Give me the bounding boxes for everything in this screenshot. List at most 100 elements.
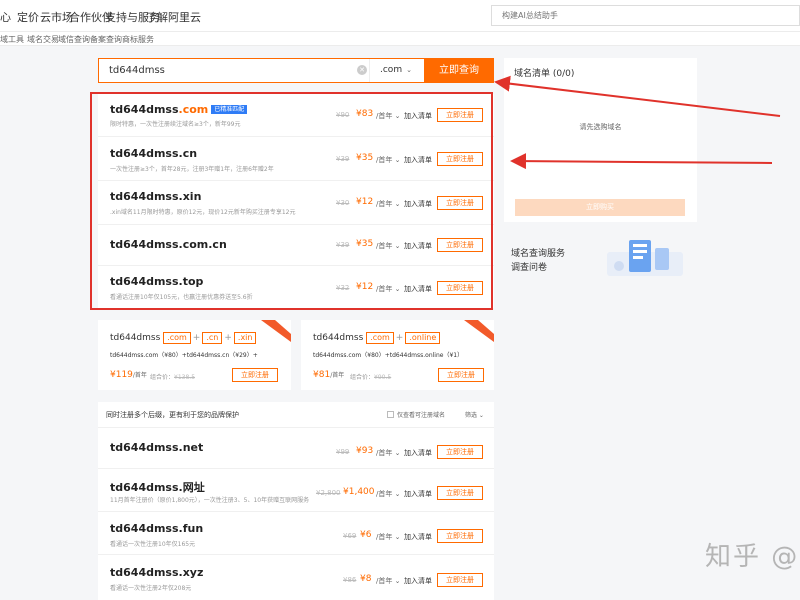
old-price: ¥30 <box>336 199 350 207</box>
register-button[interactable]: 立即注册 <box>437 529 483 543</box>
add-to-list-link[interactable]: 加入清单 <box>404 241 432 251</box>
filter-dropdown[interactable]: 筛选 ⌄ <box>465 410 484 419</box>
register-button[interactable]: 立即注册 <box>437 196 483 210</box>
price: ¥12 <box>356 282 374 292</box>
add-to-list-link[interactable]: 加入清单 <box>404 111 432 121</box>
result-row: td644dmss.xyz 看通话一次性注册2年仅208元 ¥86 ¥8 /首年… <box>98 555 494 600</box>
subnav-item-trade[interactable]: 域名交易 <box>27 34 59 45</box>
old-price: ¥90 <box>336 111 350 119</box>
clear-icon[interactable]: ✕ <box>357 65 367 75</box>
top-search-input[interactable] <box>492 6 799 25</box>
hot-ribbon-icon <box>261 320 291 342</box>
combo-price: ¥119/首年 <box>110 370 147 380</box>
combo-register-button[interactable]: 立即注册 <box>438 368 484 382</box>
combo-title: td644dmss .com + .online <box>313 332 441 344</box>
subnav-item-icp[interactable]: 备案查询 <box>90 34 122 45</box>
price-unit: /首年 ⌄ <box>376 112 401 120</box>
combo-card: td644dmss .com + .cn + .xin td644dmss.com（¥8… <box>98 320 291 390</box>
add-to-list-link[interactable]: 加入清单 <box>404 155 432 165</box>
add-to-list-link[interactable]: 加入清单 <box>404 199 432 209</box>
survey-line-2: 调查问卷 <box>511 263 548 273</box>
combo-register-button[interactable]: 立即注册 <box>232 368 278 382</box>
domain-cart-panel: 域名清单 (0/0) 请先选购域名 立即购买 <box>504 58 697 222</box>
add-to-list-link[interactable]: 加入清单 <box>404 448 432 458</box>
chevron-down-icon: ⌄ <box>406 66 412 74</box>
hot-ribbon-icon <box>464 320 494 342</box>
subnav-item-whois[interactable]: 域信查询 <box>58 34 90 45</box>
result-row: td644dmss.fun 看通话一次性注册10年仅165元 ¥69 ¥6 /首… <box>98 512 494 555</box>
add-to-list-link[interactable]: 加入清单 <box>404 532 432 542</box>
domain-search-input[interactable] <box>99 59 369 82</box>
combo-detail: td644dmss.com（¥80）+td644dmss.online（¥1） <box>313 352 464 359</box>
price-unit: /首年 ⌄ <box>376 156 401 164</box>
domain-desc: 限时特惠，一次性注册续注域名≥3个，新年99元 <box>110 121 241 128</box>
register-button[interactable]: 立即注册 <box>437 573 483 587</box>
result-row: td644dmss.net ¥99 ¥93 /首年 ⌄ 加入清单 立即注册 <box>98 428 494 469</box>
combo-detail: td644dmss.com（¥80）+td644dmss.cn（¥29）+ <box>110 352 258 359</box>
register-button[interactable]: 立即注册 <box>437 152 483 166</box>
domain-desc: 看通话一次性注册10年仅165元 <box>110 541 196 548</box>
register-button[interactable]: 立即注册 <box>437 108 483 122</box>
price-unit: /首年 ⌄ <box>376 200 401 208</box>
only-registrable-checkbox[interactable]: 仅查看可注册域名 <box>387 410 445 419</box>
nav-item-about[interactable]: 了解阿里云 <box>146 9 201 25</box>
results-panel: td644dmss.com 已精准匹配 限时特惠，一次性注册续注域名≥3个，新年9… <box>98 94 494 308</box>
add-to-list-link[interactable]: 加入清单 <box>404 489 432 499</box>
domain-name: td644dmss.top <box>110 275 204 288</box>
match-badge: 已精准匹配 <box>211 105 248 114</box>
combo-title: td644dmss .com + .cn + .xin <box>110 332 257 344</box>
zhihu-watermark: 知乎 @ <box>705 542 800 572</box>
old-price: ¥99 <box>336 448 350 456</box>
price-unit: /首年 ⌄ <box>376 242 401 250</box>
price: ¥35 <box>356 153 374 163</box>
price: ¥1,400 <box>343 487 375 497</box>
price-unit: /首年 ⌄ <box>376 533 401 541</box>
register-button[interactable]: 立即注册 <box>437 238 483 252</box>
register-button[interactable]: 立即注册 <box>437 445 483 459</box>
price-unit: /首年 ⌄ <box>376 285 401 293</box>
domain-name: td644dmss.com.cn <box>110 238 227 251</box>
domain-name: td644dmss.net <box>110 441 204 454</box>
price: ¥12 <box>356 197 374 207</box>
domain-name: td644dmss.xin <box>110 190 202 203</box>
price: ¥6 <box>360 530 372 540</box>
add-to-list-link[interactable]: 加入清单 <box>404 576 432 586</box>
query-button[interactable]: 立即查询 <box>424 58 494 83</box>
result-row: td644dmss.xin .xin域名11月限时特惠，原价12元，现价12元新… <box>98 181 494 225</box>
combo-original-price: 组合价：¥90.5 <box>350 374 392 381</box>
nav-item-console[interactable]: 心 <box>0 9 11 25</box>
sub-nav: 域工具 域名交易 域信查询 备案查询 商标服务 <box>0 32 800 46</box>
domain-name: td644dmss.fun <box>110 522 204 535</box>
combo-price: ¥81/首年 <box>313 370 345 380</box>
register-button[interactable]: 立即注册 <box>437 281 483 295</box>
cart-title: 域名清单 (0/0) <box>514 69 575 79</box>
domain-desc: 看通话一次性注册2年仅208元 <box>110 585 192 592</box>
survey-card[interactable]: 域名查询服务 调查问卷 <box>504 230 697 286</box>
result-row: td644dmss.com.cn ¥39 ¥35 /首年 ⌄ 加入清单 立即注册 <box>98 225 494 266</box>
old-price: ¥2,800 <box>316 489 341 497</box>
old-price: ¥39 <box>336 241 350 249</box>
nav-item-pricing[interactable]: 定价 <box>17 9 39 25</box>
tld-select-value: .com <box>380 65 403 75</box>
top-search-box[interactable] <box>491 5 800 26</box>
subnav-item-trademark[interactable]: 商标服务 <box>122 34 154 45</box>
result-row: td644dmss.网址 11月首年注册价（原价1,800元），一次性注册3、5… <box>98 469 494 512</box>
domain-name: td644dmss.xyz <box>110 566 204 579</box>
top-nav: 心 定价 云市场 合作伙伴 支持与服务 了解阿里云 <box>0 0 800 32</box>
price-unit: /首年 ⌄ <box>376 449 401 457</box>
subnav-item-tools[interactable]: 域工具 <box>0 34 24 45</box>
price-unit: /首年 ⌄ <box>376 577 401 585</box>
domain-search-bar: ✕ .com⌄ 立即查询 <box>98 58 494 83</box>
add-to-list-link[interactable]: 加入清单 <box>404 284 432 294</box>
domain-name: td644dmss.网址 <box>110 481 205 494</box>
combo-card: td644dmss .com + .online td644dmss.com（¥80… <box>301 320 494 390</box>
domain-desc: 看通话注册10年仅105元，也赢注册优惠券送至5.6折 <box>110 294 253 301</box>
price-unit: /首年 ⌄ <box>376 490 401 498</box>
result-row: td644dmss.com 已精准匹配 限时特惠，一次性注册续注域名≥3个，新年9… <box>98 94 494 137</box>
old-price: ¥39 <box>336 155 350 163</box>
register-button[interactable]: 立即注册 <box>437 486 483 500</box>
tld-select[interactable]: .com ⌄ <box>369 59 424 82</box>
price: ¥83 <box>356 109 374 119</box>
checkbox-icon <box>387 411 394 418</box>
buy-now-button[interactable]: 立即购买 <box>515 199 685 216</box>
